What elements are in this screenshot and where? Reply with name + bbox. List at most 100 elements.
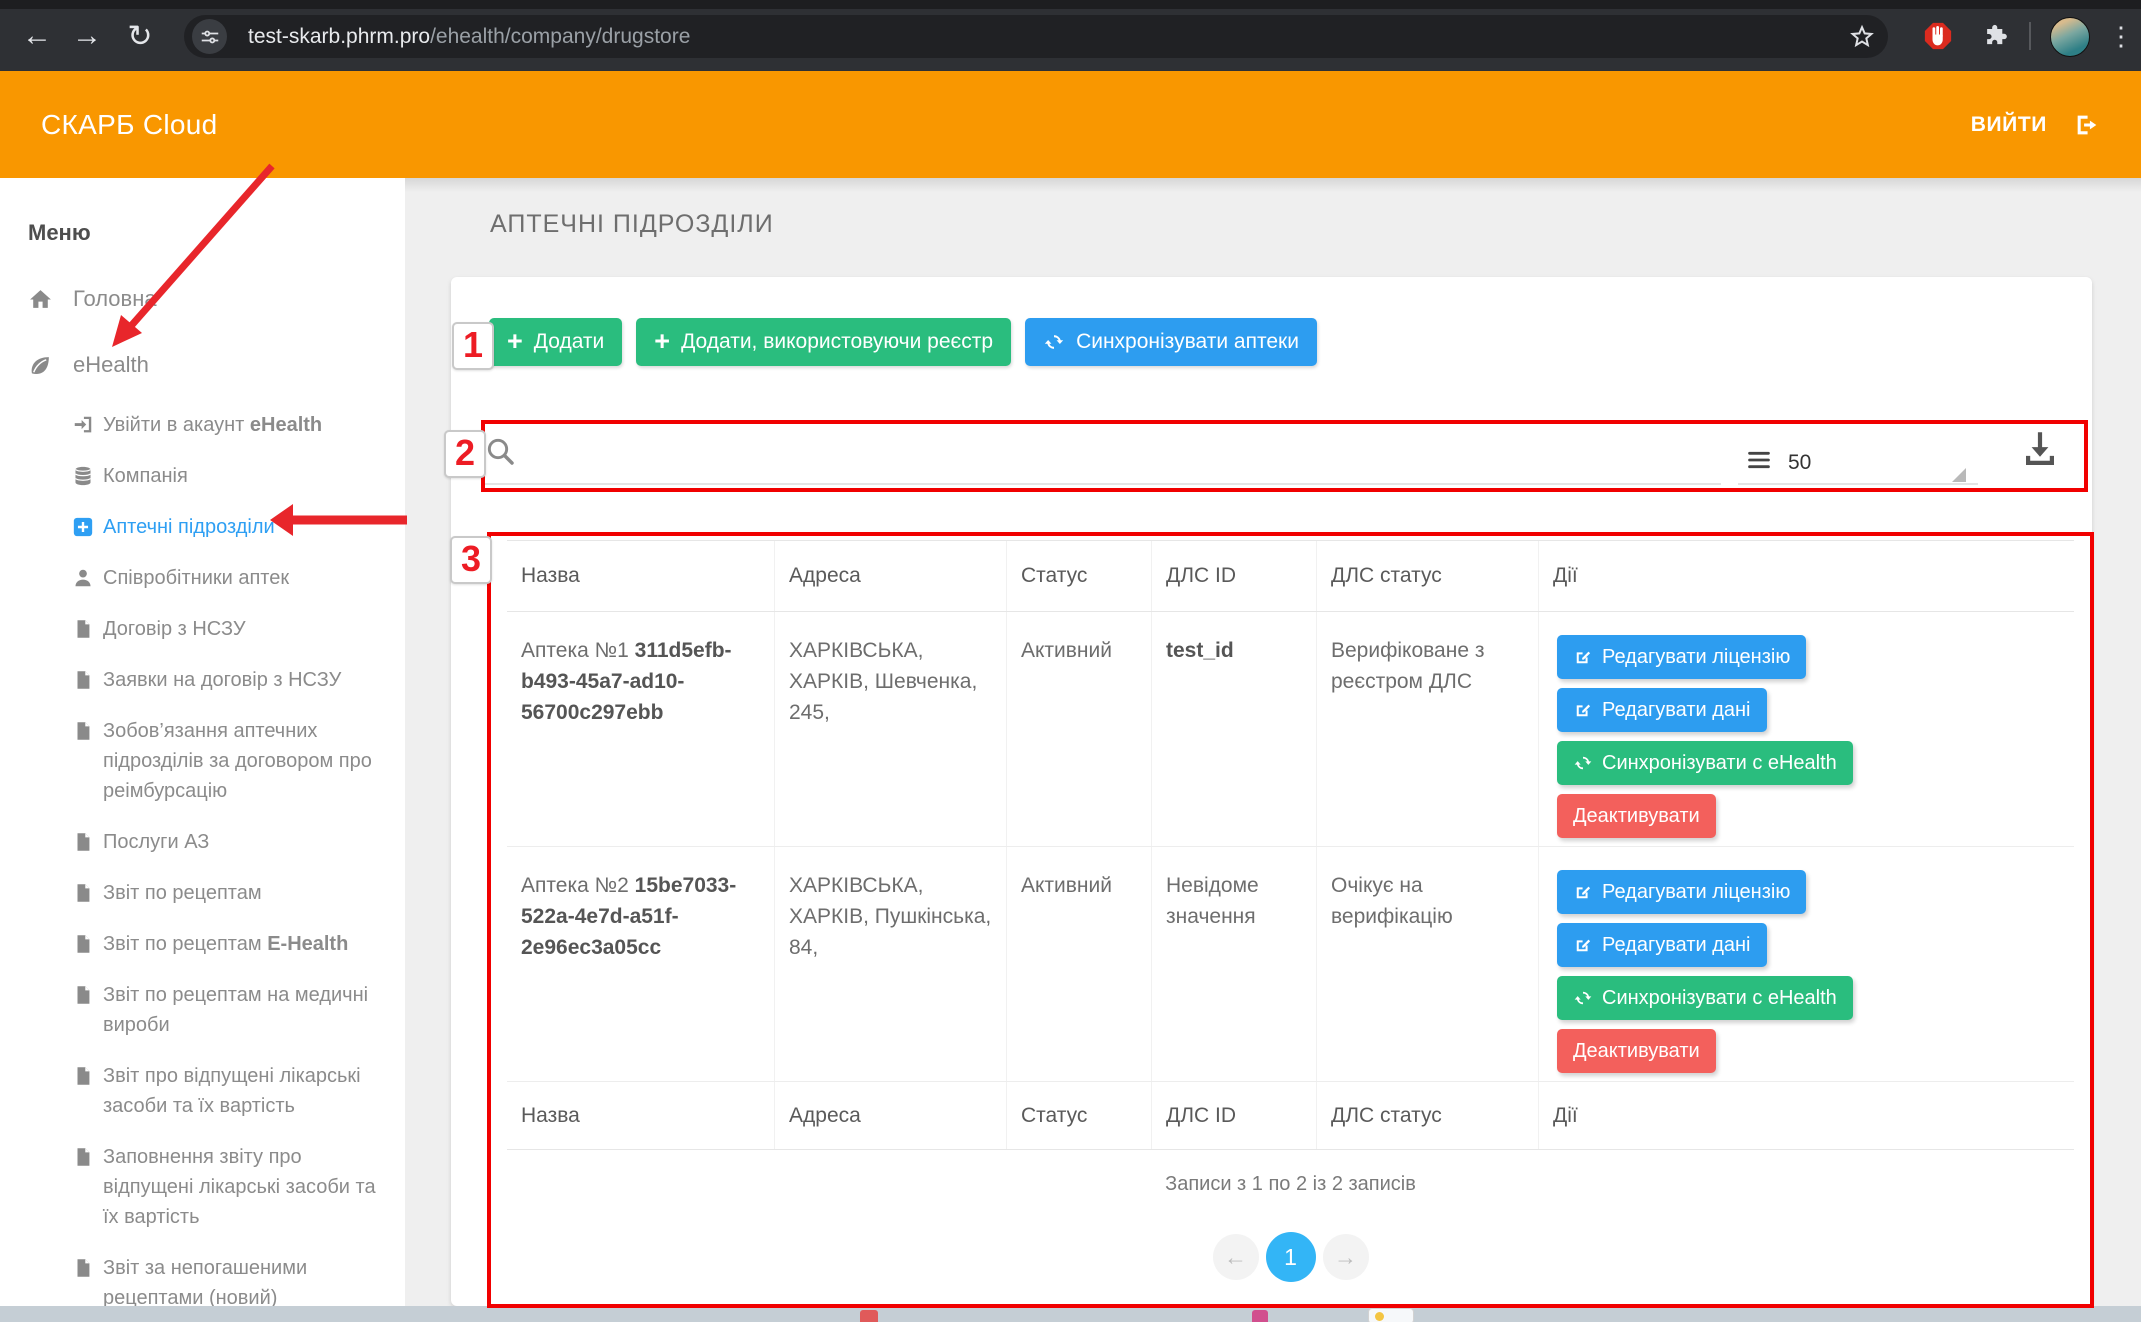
taskbar-icon [860,1310,878,1322]
database-icon [72,465,94,487]
edit-data-button[interactable]: Редагувати дані [1557,688,1767,732]
cell-status: Активний [1006,612,1151,846]
column-header-address: Адреса [774,541,1006,611]
footer-column-actions: Дії [1538,1082,2074,1149]
sidebar-item-ehealth-login[interactable]: Увійти в акаунт eHealth [72,410,391,440]
sync-pharmacies-button[interactable]: Синхронізувати аптеки [1025,318,1317,366]
search-underline [484,483,1721,485]
page-size-underline [1738,483,1978,485]
sidebar-item-nszu-contract[interactable]: Договір з НСЗУ [72,614,391,644]
sign-out-icon [2073,111,2101,139]
column-header-name: Назва [507,541,774,611]
add-from-registry-button[interactable]: + Додати, використовуючи реєстр [636,318,1011,366]
adblock-extension-icon[interactable] [1920,14,1956,58]
sidebar-item-pharmacy-divisions[interactable]: Аптечні підрозділи [72,512,391,542]
column-header-dls-id: ДЛС ID [1151,541,1316,611]
sidebar-item-pharmacy-staff[interactable]: Співробітники аптек [72,563,391,593]
column-header-status: Статус [1006,541,1151,611]
footer-column-dls-status: ДЛС статус [1316,1082,1538,1149]
sidebar-item-company[interactable]: Компанія [72,461,391,491]
plus-square-icon [72,516,94,538]
footer-column-address: Адреса [774,1082,1006,1149]
document-icon [72,933,94,955]
search-input[interactable] [527,431,1711,479]
cell-dls-status: Очікує на верифікацію [1316,847,1538,1081]
sidebar-submenu: Увійти в акаунт eHealth Компанія Аптечні… [28,410,391,1306]
sign-in-icon [72,414,94,436]
action-buttons: + Додати + Додати, використовуючи реєстр… [489,318,1317,366]
footer-column-name: Назва [507,1082,774,1149]
browser-reload-icon[interactable]: ↻ [118,14,162,58]
sidebar-item-prescription-report[interactable]: Звіт по рецептам [72,878,391,908]
pagination-next-button[interactable]: → [1323,1234,1369,1280]
sidebar-item-medical-devices-report[interactable]: Звіт по рецептам на медичні вироби [72,980,391,1040]
sync-ehealth-button[interactable]: Синхронізувати с eHealth [1557,976,1853,1020]
cell-dls-id: test_id [1151,612,1316,846]
browser-profile-avatar[interactable] [2050,17,2090,57]
sync-ehealth-button[interactable]: Синхронізувати с eHealth [1557,741,1853,785]
records-summary: Записи з 1 по 2 із 2 записів [507,1173,2074,1196]
add-button[interactable]: + Додати [489,318,622,366]
logout-label: ВИЙТИ [1971,113,2047,137]
sidebar-item-reimbursement-obligations[interactable]: Зобов’язання аптечних підрозділів за дог… [72,716,391,806]
sidebar-item-unredeemed-prescriptions-report[interactable]: Звіт за непогашеними рецептами (новий) [72,1253,391,1306]
list-icon [1746,447,1772,473]
page-size-select[interactable]: 50 [1788,451,1811,475]
browser-back-icon[interactable]: ← [15,14,59,58]
site-settings-icon[interactable] [192,19,227,54]
sidebar-item-ehealth[interactable]: eHealth [28,352,391,378]
main-content: АПТЕЧНІ ПІДРОЗДІЛИ + Додати + Додати, ви… [405,178,2141,1306]
pagination: ← 1 → [507,1232,2074,1282]
footer-column-status: Статус [1006,1082,1151,1149]
document-icon [72,669,94,691]
cell-actions: Редагувати ліцензію Редагувати дані Синх… [1538,612,2074,846]
url-path: /ehealth/company/drugstore [430,25,690,49]
cell-status: Активний [1006,847,1151,1081]
table-row: Аптека №2 15be7033-522a-4e7d-a51f-2e96ec… [507,847,2074,1082]
document-icon [72,882,94,904]
leaf-icon [28,353,53,378]
pharmacy-table: Назва Адреса Статус ДЛС ID ДЛС статус Ді… [507,540,2074,1150]
sidebar-item-dispensed-drugs-report-fill[interactable]: Заповнення звіту про відпущені лікарські… [72,1142,391,1232]
document-icon [72,1257,94,1279]
sidebar-item-home[interactable]: Головна [28,286,391,312]
address-bar[interactable]: test-skarb.phrm.pro/ehealth/company/drug… [184,15,1888,58]
edit-data-button[interactable]: Редагувати дані [1557,923,1767,967]
footer-column-dls-id: ДЛС ID [1151,1082,1316,1149]
app-header: СКАРБ Cloud ВИЙТИ [0,71,2141,178]
cell-name: Аптека №1 311d5efb-b493-45a7-ad10-56700c… [507,612,774,846]
edit-license-button[interactable]: Редагувати ліцензію [1557,870,1806,914]
deactivate-button[interactable]: Деактивувати [1557,1029,1716,1073]
browser-menu-icon[interactable]: ⋮ [2104,14,2138,58]
edit-icon [1573,647,1593,667]
taskbar-sliver [0,1306,2141,1322]
pagination-page-1-button[interactable]: 1 [1266,1232,1316,1282]
sidebar-item-label: Головна [73,286,157,312]
bookmark-star-icon[interactable] [1848,23,1876,51]
deactivate-button[interactable]: Деактивувати [1557,794,1716,838]
sidebar-item-prescription-report-ehealth[interactable]: Звіт по рецептам E-Health [72,929,391,959]
browser-toolbar: ← → ↻ test-skarb.phrm.pro/ehealth/compan… [0,0,2141,71]
search-icon [484,435,516,467]
column-header-dls-status: ДЛС статус [1316,541,1538,611]
table-row: Аптека №1 311d5efb-b493-45a7-ad10-56700c… [507,612,2074,847]
document-icon [72,984,94,1006]
url-host: test-skarb.phrm.pro [248,25,430,49]
column-header-actions: Дії [1538,541,2074,611]
browser-forward-icon[interactable]: → [65,14,109,58]
sidebar-item-nszu-contract-requests[interactable]: Заявки на договір з НСЗУ [72,665,391,695]
edit-icon [1573,935,1593,955]
table-header-row: Назва Адреса Статус ДЛС ID ДЛС статус Ді… [507,540,2074,612]
download-icon[interactable] [2019,427,2061,469]
user-icon [72,567,94,589]
edit-icon [1573,882,1593,902]
logout-button[interactable]: ВИЙТИ [1971,71,2101,178]
sync-icon [1043,331,1065,353]
app-brand: СКАРБ Cloud [41,71,218,178]
sidebar-item-dispensed-drugs-report[interactable]: Звіт про відпущені лікарські засоби та ї… [72,1061,391,1121]
sidebar-item-az-services[interactable]: Послуги АЗ [72,827,391,857]
edit-license-button[interactable]: Редагувати ліцензію [1557,635,1806,679]
url-text: test-skarb.phrm.pro/ehealth/company/drug… [248,15,690,58]
extensions-icon[interactable] [1978,14,2014,58]
pagination-prev-button[interactable]: ← [1213,1234,1259,1280]
